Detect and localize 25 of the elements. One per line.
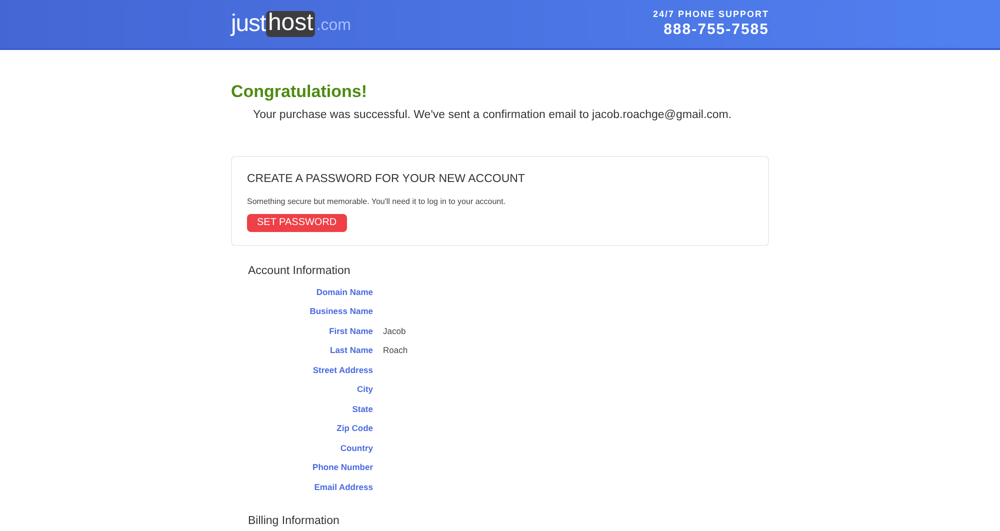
support-label: 24/7 PHONE SUPPORT [652,8,769,21]
logo-domain[interactable]: .com [316,14,351,38]
field-value: Jacob [383,324,406,338]
field-label: First Name [328,324,373,338]
section-title: Account Information [248,264,352,279]
field-label: Business Name [308,305,373,318]
field-value: Roach [383,344,408,357]
field-label: Street Address [312,364,373,376]
card-title: CREATE A PASSWORD FOR YOUR NEW ACCOUNT [247,172,526,187]
field-label: Domain Name [315,286,373,298]
support-phone[interactable]: 888-755-7585 [664,21,769,40]
field-label: City [356,383,373,396]
field-label: Email Address [313,480,373,494]
section-title: Billing Information [248,514,340,529]
card-description: Something secure but memorable. You'll need it to log in to your account. [247,196,507,208]
confirmation-title: Congratulations! [231,81,368,103]
field-label: Country [339,442,373,454]
logo-badge[interactable]: host [266,11,316,37]
set-password-button[interactable]: SET PASSWORD [247,214,347,232]
field-label: Last Name [329,344,373,357]
field-label: State [351,402,373,416]
logo-text[interactable]: just [231,12,266,36]
confirmation-message: Your purchase was successful. We've sent a confirmation email to jacob.roachge@gmail.com. [253,108,733,122]
field-label: Zip Code [336,422,373,435]
field-label: Phone Number [312,461,373,474]
